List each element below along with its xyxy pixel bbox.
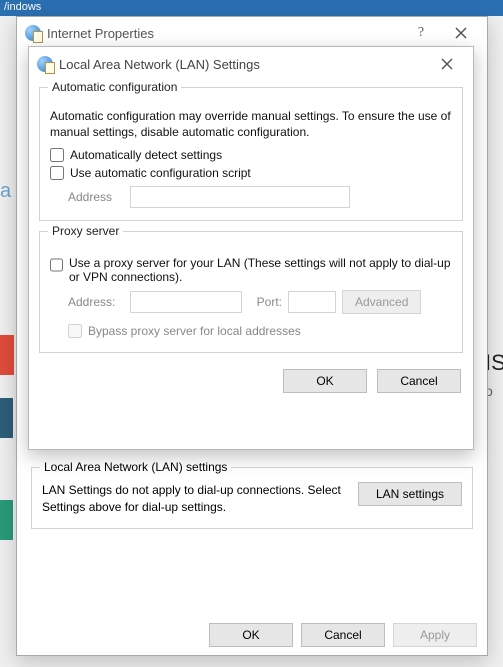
checkbox-text: Use automatic configuration script — [70, 166, 251, 180]
auto-config-description: Automatic configuration may override man… — [50, 108, 452, 140]
proxy-port-label: Port: — [248, 295, 282, 309]
advanced-button[interactable]: Advanced — [342, 290, 421, 314]
bg-partial-text: /indows — [0, 0, 503, 16]
internet-options-icon — [37, 56, 53, 72]
dialog-titlebar[interactable]: Local Area Network (LAN) Settings — [29, 47, 473, 81]
window-title: Internet Properties — [47, 26, 154, 41]
proxy-address-input[interactable] — [130, 291, 242, 313]
automatic-configuration-group: Automatic configuration Automatic config… — [39, 87, 463, 221]
proxy-server-group: Proxy server Use a proxy server for your… — [39, 231, 463, 353]
auto-script-checkbox-label[interactable]: Use automatic configuration script — [50, 166, 452, 180]
checkbox-text: Bypass proxy server for local addresses — [88, 324, 301, 338]
group-legend: Automatic configuration — [48, 80, 181, 94]
internet-options-icon — [25, 25, 41, 41]
auto-detect-checkbox-label[interactable]: Automatically detect settings — [50, 148, 452, 162]
bypass-checkbox-label[interactable]: Bypass proxy server for local addresses — [68, 324, 452, 338]
titlebar[interactable]: Internet Properties ? — [17, 17, 487, 49]
checkbox-text: Use a proxy server for your LAN (These s… — [69, 256, 452, 284]
lan-settings-button[interactable]: LAN settings — [358, 482, 462, 506]
lan-settings-description: LAN Settings do not apply to dial-up con… — [42, 482, 348, 516]
lan-settings-group: Local Area Network (LAN) settings LAN Se… — [31, 467, 473, 529]
bg-tile — [0, 500, 13, 540]
auto-detect-checkbox[interactable] — [50, 148, 64, 162]
dialog-title: Local Area Network (LAN) Settings — [59, 57, 260, 72]
cancel-button[interactable]: Cancel — [377, 369, 461, 393]
ok-button[interactable]: OK — [209, 623, 293, 647]
auto-script-address-input[interactable] — [130, 186, 350, 208]
address-label: Address — [68, 190, 124, 204]
close-button[interactable] — [441, 20, 481, 46]
help-button[interactable]: ? — [401, 20, 441, 46]
apply-button[interactable]: Apply — [393, 623, 477, 647]
use-proxy-checkbox[interactable] — [50, 258, 63, 272]
group-legend: Proxy server — [48, 224, 123, 238]
auto-script-checkbox[interactable] — [50, 166, 64, 180]
close-button[interactable] — [427, 51, 467, 77]
proxy-port-input[interactable] — [288, 291, 336, 313]
bg-tile — [0, 398, 13, 438]
checkbox-text: Automatically detect settings — [70, 148, 222, 162]
proxy-address-label: Address: — [68, 295, 124, 309]
use-proxy-checkbox-label[interactable]: Use a proxy server for your LAN (These s… — [50, 256, 452, 284]
lan-settings-legend: Local Area Network (LAN) settings — [40, 460, 231, 474]
ok-button[interactable]: OK — [283, 369, 367, 393]
bg-tile-red — [0, 335, 14, 375]
bypass-checkbox[interactable] — [68, 324, 82, 338]
lan-settings-dialog: Local Area Network (LAN) Settings Automa… — [28, 46, 474, 450]
cancel-button[interactable]: Cancel — [301, 623, 385, 647]
